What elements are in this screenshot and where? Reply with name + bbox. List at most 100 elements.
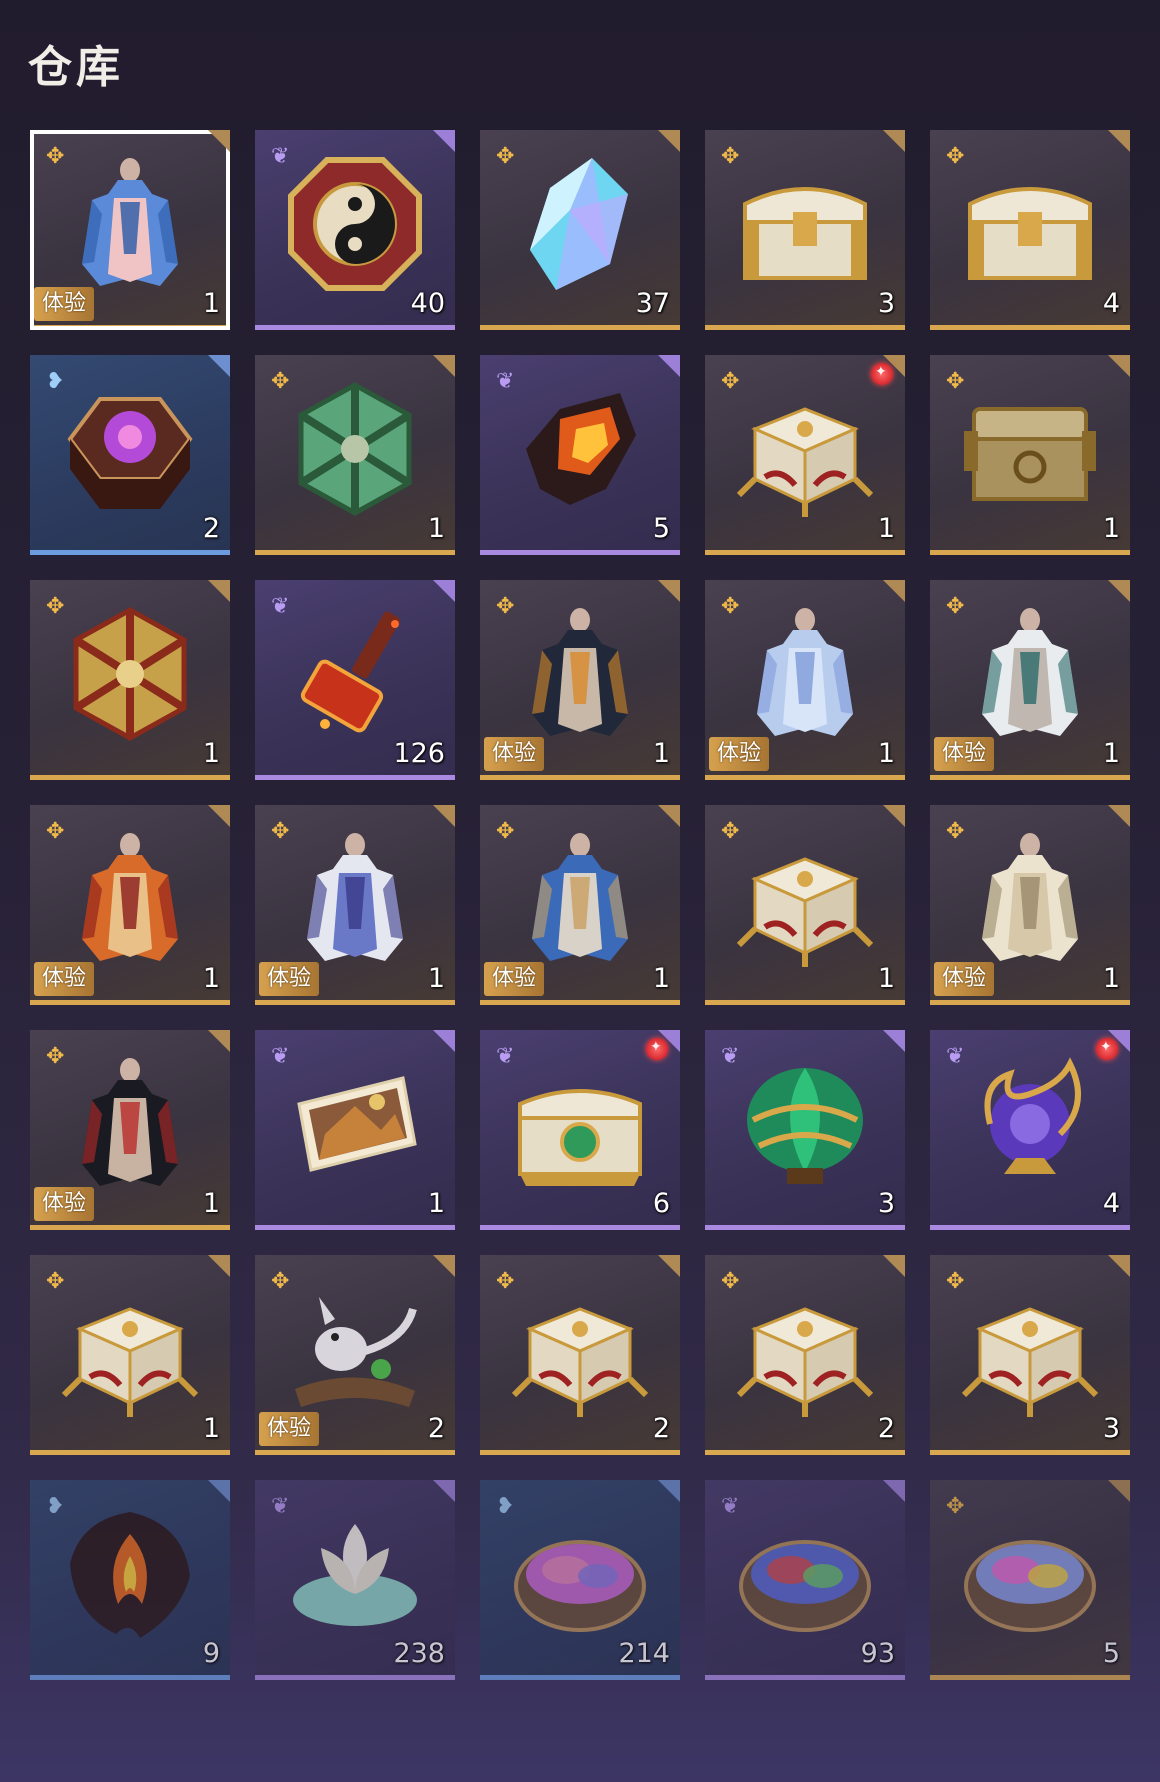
yin-yang-box-icon [285, 154, 425, 294]
item-slot-outfit-male-dark[interactable]: ✥ 体验 1 [480, 580, 680, 780]
item-count: 4 [1102, 1188, 1120, 1219]
item-count: 4 [1102, 288, 1120, 319]
dye-bowl-icon [960, 1504, 1100, 1644]
item-slot-jade-emblem-chest[interactable]: ❦ 6 [480, 1030, 680, 1230]
item-count: 214 [618, 1638, 670, 1669]
item-slot-ornate-white-chest-4[interactable]: ✥ 2 [480, 1255, 680, 1455]
item-count: 93 [860, 1638, 895, 1669]
dragon-orb-icon [960, 1054, 1100, 1194]
item-slot-bronze-chest[interactable]: ✥ 1 [930, 355, 1130, 555]
outfit-icon [510, 604, 650, 744]
item-slot-ornate-white-chest-3[interactable]: ✥ 1 [30, 1255, 230, 1455]
hammer-icon [285, 604, 425, 744]
slot-corner-mark [208, 1480, 230, 1502]
item-slot-yin-yang-chest[interactable]: ❦ 40 [255, 130, 455, 330]
ornate-chest-icon [735, 1279, 875, 1419]
slot-corner-mark [658, 1255, 680, 1277]
item-slot-ornate-white-chest-2[interactable]: ✥ 1 [705, 805, 905, 1005]
item-count: 2 [202, 513, 220, 544]
squirrel-icon [285, 1279, 425, 1419]
outfit-icon [960, 604, 1100, 744]
item-slot-golden-polyhedron-box[interactable]: ✥ 1 [30, 580, 230, 780]
item-slot-jade-polyhedron-box[interactable]: ✥ 1 [255, 355, 455, 555]
slot-corner-mark [658, 355, 680, 377]
item-slot-outfit-female-peacock[interactable]: ✥ 体验 1 [30, 130, 230, 330]
slot-corner-mark [1108, 130, 1130, 152]
flower-box-icon [60, 379, 200, 519]
item-slot-outfit-female-blue[interactable]: ✥ 体验 1 [705, 580, 905, 780]
item-slot-outfit-male-robe[interactable]: ✥ 体验 1 [930, 805, 1130, 1005]
slot-corner-mark [433, 1480, 455, 1502]
item-slot-outfit-female-white-blue[interactable]: ✥ 体验 1 [255, 805, 455, 1005]
slot-corner-mark [1108, 355, 1130, 377]
item-slot-dragon-orb[interactable]: ❦ 4 [930, 1030, 1130, 1230]
lotus-orb-icon [735, 1054, 875, 1194]
slot-corner-mark [208, 1255, 230, 1277]
outfit-icon [60, 1054, 200, 1194]
outfit-icon [510, 829, 650, 969]
item-slot-white-treasure-chest-2[interactable]: ✥ 4 [930, 130, 1130, 330]
outfit-icon [285, 829, 425, 969]
item-slot-fire-ore[interactable]: ❦ 5 [480, 355, 680, 555]
page-title: 仓库 [28, 42, 124, 93]
item-count: 1 [877, 513, 895, 544]
item-count: 2 [427, 1413, 445, 1444]
item-count: 2 [652, 1413, 670, 1444]
slot-corner-mark [883, 580, 905, 602]
item-slot-squirrel-pet[interactable]: ✥ 体验 2 [255, 1255, 455, 1455]
item-slot-tri-color-dye-bowl[interactable]: ❦ 93 [705, 1480, 905, 1680]
ornate-chest-icon [510, 1279, 650, 1419]
outfit-icon [735, 604, 875, 744]
item-count: 3 [877, 288, 895, 319]
slot-corner-mark [208, 130, 230, 152]
slot-corner-mark [208, 355, 230, 377]
item-slot-fire-hammer[interactable]: ❦ 126 [255, 580, 455, 780]
outfit-icon [960, 829, 1100, 969]
item-slot-painting-scroll[interactable]: ❦ 1 [255, 1030, 455, 1230]
item-count: 1 [652, 963, 670, 994]
slot-corner-mark [208, 805, 230, 827]
item-slot-crystal[interactable]: ✥ 37 [480, 130, 680, 330]
item-count: 1 [652, 738, 670, 769]
item-count: 1 [877, 963, 895, 994]
slot-corner-mark [433, 1255, 455, 1277]
slot-corner-mark [433, 130, 455, 152]
item-slot-white-lotus[interactable]: ❦ 238 [255, 1480, 455, 1680]
item-slot-emerald-lotus-orb[interactable]: ❦ 3 [705, 1030, 905, 1230]
slot-corner-mark [658, 1480, 680, 1502]
item-slot-ornate-white-chest-6[interactable]: ✥ 3 [930, 1255, 1130, 1455]
item-count: 1 [202, 1413, 220, 1444]
item-slot-outfit-female-orange[interactable]: ✥ 体验 1 [30, 805, 230, 1005]
item-slot-outfit-male-white[interactable]: ✥ 体验 1 [930, 580, 1130, 780]
trial-badge: 体验 [34, 1187, 95, 1221]
trial-badge: 体验 [34, 287, 95, 321]
item-count: 1 [1102, 513, 1120, 544]
item-slot-outfit-male-blue[interactable]: ✥ 体验 1 [480, 805, 680, 1005]
polyhedron-box-icon [60, 604, 200, 744]
dye-bowl-icon [735, 1504, 875, 1644]
item-count: 1 [202, 1188, 220, 1219]
item-count: 3 [877, 1188, 895, 1219]
item-slot-flame-scale[interactable]: ❥ 9 [30, 1480, 230, 1680]
trial-badge: 体验 [484, 962, 545, 996]
item-slot-hexagonal-flower-box[interactable]: ❥ 2 [30, 355, 230, 555]
slot-corner-mark [1108, 805, 1130, 827]
ornate-chest-icon [60, 1279, 200, 1419]
ore-icon [510, 379, 650, 519]
item-count: 1 [427, 963, 445, 994]
item-slot-ornate-white-chest[interactable]: ✥ 1 [705, 355, 905, 555]
ornate-chest-icon [735, 379, 875, 519]
item-slot-outfit-female-red-black[interactable]: ✥ 体验 1 [30, 1030, 230, 1230]
trial-badge: 体验 [934, 737, 995, 771]
item-slot-ornate-white-chest-5[interactable]: ✥ 2 [705, 1255, 905, 1455]
slot-corner-mark [433, 805, 455, 827]
item-slot-pink-dye-bowl[interactable]: ❥ 214 [480, 1480, 680, 1680]
slot-corner-mark [658, 580, 680, 602]
ornate-chest-icon [735, 829, 875, 969]
slot-corner-mark [883, 1030, 905, 1052]
item-count: 9 [202, 1638, 220, 1669]
flame-scale-icon [60, 1504, 200, 1644]
item-slot-rainbow-dye-bowl[interactable]: ✥ 5 [930, 1480, 1130, 1680]
item-slot-white-treasure-chest[interactable]: ✥ 3 [705, 130, 905, 330]
ornate-chest-icon [960, 1279, 1100, 1419]
